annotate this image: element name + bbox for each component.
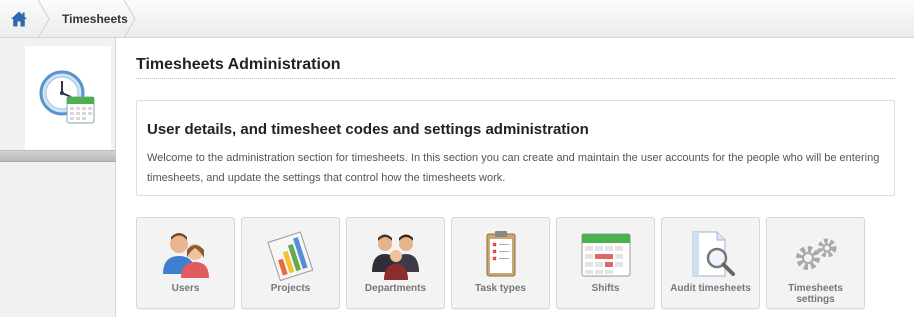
settings-gears-icon xyxy=(788,228,844,282)
home-button[interactable] xyxy=(0,0,38,38)
audit-timesheets-tile[interactable]: Audit timesheets xyxy=(661,217,760,309)
breadcrumb-separator xyxy=(38,0,50,38)
shifts-tile[interactable]: Shifts xyxy=(556,217,655,309)
page-title: Timesheets Administration xyxy=(136,56,895,79)
tile-label: Users xyxy=(171,283,200,294)
audit-magnifier-icon xyxy=(683,228,739,282)
shifts-calendar-icon xyxy=(578,228,634,282)
task-clipboard-icon xyxy=(473,228,529,282)
sidebar-app-tile[interactable] xyxy=(25,46,111,150)
projects-tile[interactable]: Projects xyxy=(241,217,340,309)
breadcrumb-bar: Timesheets xyxy=(0,0,914,38)
task-types-tile[interactable]: Task types xyxy=(451,217,550,309)
departments-icon xyxy=(368,228,424,282)
timesheets-settings-tile[interactable]: Timesheets settings xyxy=(766,217,865,309)
tile-label: Task types xyxy=(475,283,526,294)
tile-label: Departments xyxy=(364,283,427,294)
sidebar xyxy=(0,38,116,317)
intro-text: Welcome to the administration section fo… xyxy=(147,152,880,184)
projects-chart-icon xyxy=(263,228,319,282)
timesheets-clock-calendar-icon xyxy=(39,70,95,124)
tile-label: Timesheets settings xyxy=(788,283,843,305)
intro-heading: User details, and timesheet codes and se… xyxy=(147,121,589,138)
intro-panel: User details, and timesheet codes and se… xyxy=(136,100,895,196)
home-icon xyxy=(11,11,27,27)
users-icon xyxy=(158,228,214,282)
tile-label: Audit timesheets xyxy=(670,283,751,294)
main-content: Timesheets Administration User details, … xyxy=(117,38,914,317)
admin-tiles: Users Projects Departments Task types Sh… xyxy=(136,217,896,309)
tile-label: Shifts xyxy=(591,283,620,294)
sidebar-divider xyxy=(0,150,116,162)
users-tile[interactable]: Users xyxy=(136,217,235,309)
tile-label: Projects xyxy=(270,283,311,294)
breadcrumb-separator xyxy=(124,0,136,38)
departments-tile[interactable]: Departments xyxy=(346,217,445,309)
